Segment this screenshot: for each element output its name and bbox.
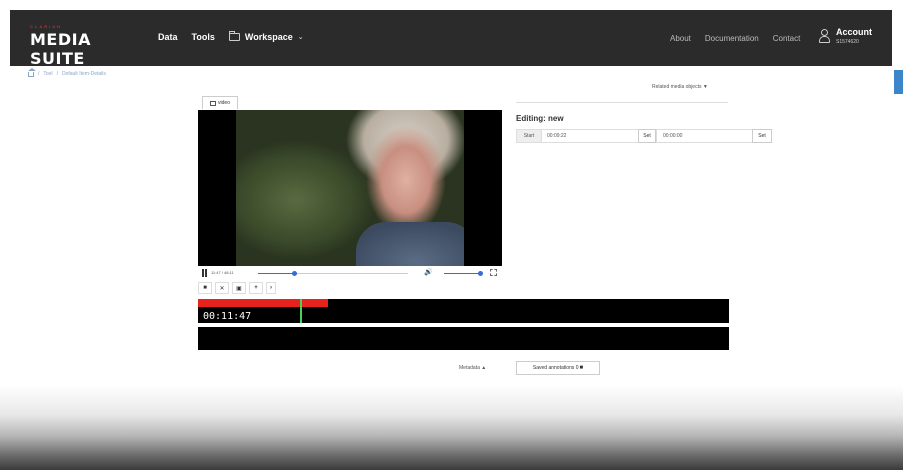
breadcrumb-tool[interactable]: Tool: [43, 71, 52, 77]
more-button[interactable]: ›: [266, 282, 276, 294]
video-tab[interactable]: video: [202, 96, 238, 109]
nav-documentation[interactable]: Documentation: [705, 34, 759, 43]
film-icon: [210, 100, 217, 106]
comment-button[interactable]: ■: [198, 282, 212, 294]
nav-about[interactable]: About: [670, 34, 691, 43]
delete-button[interactable]: ✕: [215, 282, 229, 294]
video-player[interactable]: [198, 110, 502, 266]
set-end-button[interactable]: Set: [752, 129, 772, 143]
chevron-down-icon: ⌄: [297, 34, 304, 41]
editing-title: Editing: new: [516, 114, 564, 123]
comment-icon: ■: [203, 285, 207, 291]
volume-handle[interactable]: [478, 271, 483, 276]
nav-left-links: Data Tools Workspace ⌄: [158, 31, 304, 42]
metadata-tab[interactable]: Metadata ▲: [459, 365, 486, 371]
fullscreen-icon[interactable]: [490, 269, 497, 276]
saved-annotations-tab[interactable]: Saved annotations 0 ■: [516, 361, 600, 375]
brand-logo[interactable]: CLARIAH MEDIA SUITE: [30, 24, 150, 68]
volume-slider[interactable]: [444, 273, 480, 274]
breadcrumb-separator: /: [38, 71, 40, 77]
account-menu[interactable]: Account S1574620: [818, 27, 872, 45]
video-tab-label: video: [218, 100, 230, 106]
edit-row: Start 00:09:22 Set 00:00:00 Set: [516, 129, 772, 143]
nav-workspace-label: Workspace: [244, 32, 293, 42]
side-panel-toggle[interactable]: [894, 70, 903, 94]
breadcrumb: / Tool / Default Item-Details: [28, 67, 106, 77]
timeline-segment[interactable]: [198, 299, 329, 307]
add-button[interactable]: +: [249, 282, 263, 294]
start-time-input[interactable]: 00:09:22: [542, 129, 652, 143]
player-controls: 11:47 / 48:11 🔊: [198, 266, 502, 280]
breadcrumb-separator: /: [56, 71, 58, 77]
top-navbar: CLARIAH MEDIA SUITE Data Tools Workspace…: [10, 10, 892, 68]
comment-icon: ■: [579, 365, 584, 371]
annotation-toolbar: ■ ✕ ▣ + ›: [198, 282, 276, 294]
video-frame-detail: [356, 222, 464, 266]
annotation-timeline[interactable]: 00:11:47: [198, 299, 729, 323]
timeline-cursor[interactable]: [300, 299, 303, 323]
annotation-track[interactable]: [198, 327, 729, 350]
seek-bar[interactable]: [258, 271, 408, 276]
end-time-input[interactable]: 00:00:00: [656, 129, 756, 143]
account-text: Account S1574620: [836, 27, 872, 45]
save-icon: ▣: [236, 285, 242, 292]
folder-icon: [228, 31, 240, 41]
chevron-right-icon: ›: [270, 285, 272, 291]
video-frame: [236, 110, 464, 266]
breadcrumb-page: Default Item-Details: [61, 71, 106, 77]
saved-annotations-label: Saved annotations 0: [532, 365, 579, 371]
brand-name: MEDIA SUITE: [30, 30, 91, 68]
nav-contact[interactable]: Contact: [773, 34, 801, 43]
volume-icon[interactable]: 🔊: [424, 269, 433, 277]
nav-data[interactable]: Data: [158, 32, 178, 42]
related-media-dropdown[interactable]: Related media objects ▼: [652, 84, 708, 90]
divider: [516, 102, 728, 103]
account-id: S1574620: [836, 39, 859, 45]
play-pause-icon[interactable]: [202, 269, 207, 277]
nav-right-links: About Documentation Contact: [670, 34, 800, 43]
set-start-button[interactable]: Set: [638, 129, 656, 143]
plus-icon: +: [254, 285, 258, 291]
seek-bar-fill: [258, 273, 294, 274]
timeline-time: 00:11:47: [203, 311, 252, 322]
time-display: 11:47 / 48:11: [211, 270, 234, 275]
nav-workspace[interactable]: Workspace ⌄: [228, 31, 304, 42]
brand-prefix: CLARIAH: [30, 24, 62, 29]
seek-bar-handle[interactable]: [292, 271, 297, 276]
bottom-fade: [0, 385, 903, 470]
save-button[interactable]: ▣: [232, 282, 246, 294]
home-icon[interactable]: [28, 67, 36, 77]
close-icon: ✕: [219, 285, 225, 292]
account-title: Account: [836, 27, 872, 37]
nav-tools[interactable]: Tools: [192, 32, 215, 42]
start-label: Start: [516, 129, 542, 143]
user-icon: [818, 29, 830, 43]
